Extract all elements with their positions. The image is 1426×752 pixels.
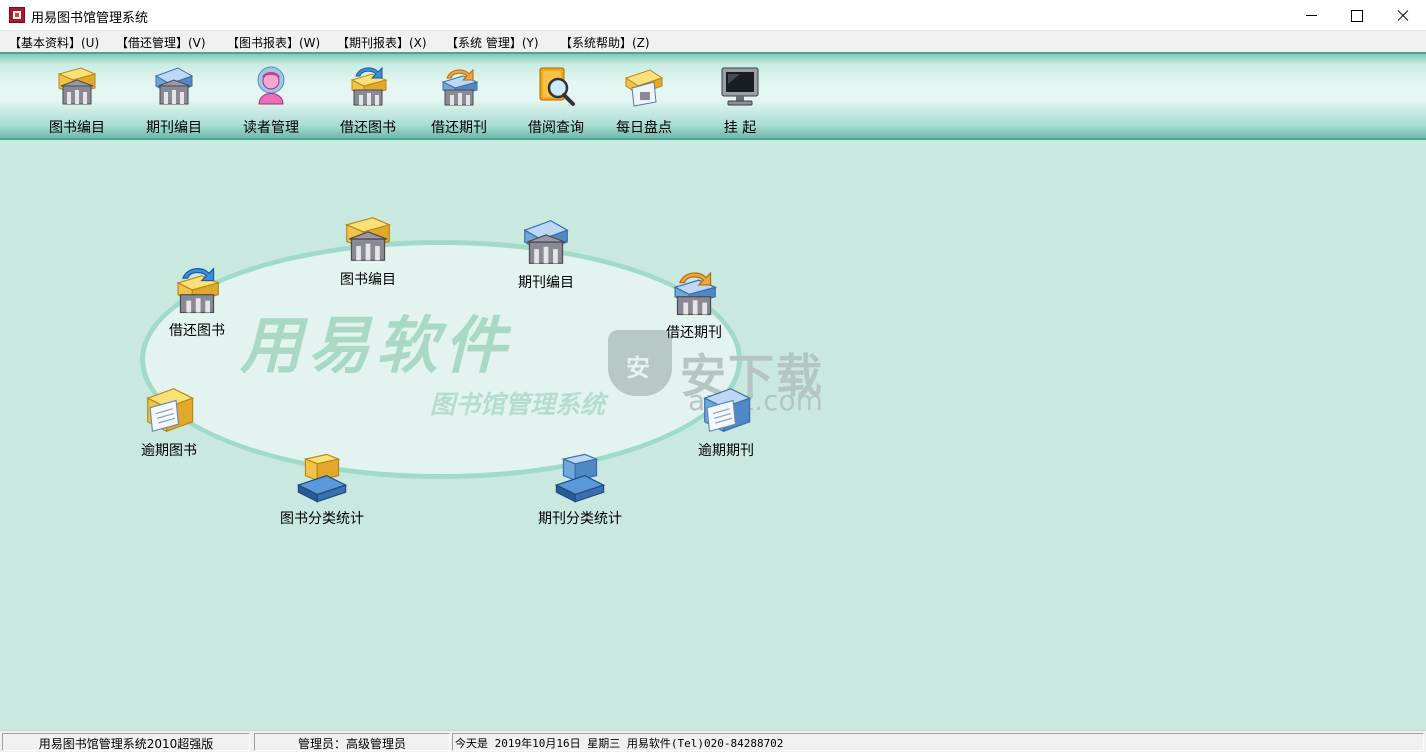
periodical-lend-icon <box>673 271 718 316</box>
menu-help[interactable]: 【系统帮助】(Z) <box>560 34 650 51</box>
desktop-item-label: 借还图书 <box>169 323 225 339</box>
menu-bar: 【基本资料】(U) 【借还管理】(V) 【图书报表】(W) 【期刊报表】(X) … <box>0 31 1426 52</box>
toolbar-label: 图书编目 <box>49 120 105 136</box>
desktop-book-stats[interactable]: 图书分类统计 <box>262 452 382 528</box>
book-catalog-icon <box>344 217 392 261</box>
maximize-button[interactable] <box>1333 0 1379 31</box>
title-bar: 用易图书馆管理系统 <box>0 0 1426 31</box>
status-bar: 用易图书馆管理系统2010超强版 管理员：高级管理员 今天是 2019年10月1… <box>0 730 1426 752</box>
menu-periodical-reports[interactable]: 【期刊报表】(X) <box>337 34 427 51</box>
status-admin: 管理员：高级管理员 <box>254 733 450 751</box>
toolbar-label: 借阅查询 <box>528 120 584 136</box>
toolbar-label: 借还图书 <box>340 120 396 136</box>
toolbar-book-catalog-button[interactable]: 图书编目 <box>32 62 122 136</box>
minimize-button[interactable] <box>1288 0 1334 31</box>
periodical-stats-icon <box>554 453 606 503</box>
desktop-periodical-stats[interactable]: 期刊分类统计 <box>520 452 640 528</box>
book-lend-icon <box>350 66 388 106</box>
overdue-book-icon <box>146 388 195 433</box>
periodical-catalog-icon <box>523 220 569 264</box>
menu-system-admin[interactable]: 【系统 管理】(Y) <box>446 34 539 51</box>
periodical-lend-icon <box>441 68 479 106</box>
toolbar-label: 读者管理 <box>243 120 299 136</box>
menu-basic-data[interactable]: 【基本资料】(U) <box>9 34 99 51</box>
desktop-item-label: 期刊编目 <box>518 275 574 291</box>
brand-subtitle: 图书馆管理系统 <box>430 390 606 419</box>
desktop-book-lend[interactable]: 借还图书 <box>137 264 257 340</box>
query-magnifier-icon <box>539 67 575 106</box>
window-title: 用易图书馆管理系统 <box>31 11 149 26</box>
desktop-periodical-catalog[interactable]: 期刊编目 <box>486 216 606 292</box>
book-lend-icon <box>176 267 221 314</box>
toolbar-label: 借还期刊 <box>431 120 487 136</box>
brand-logo-text: 用易软件 <box>240 309 513 382</box>
desktop-item-label: 借还期刊 <box>666 325 722 341</box>
menu-lending[interactable]: 【借还管理】(V) <box>116 34 206 51</box>
app-icon <box>9 7 25 23</box>
toolbar-label: 每日盘点 <box>616 120 672 136</box>
desktop-overdue-periodical[interactable]: 逾期期刊 <box>666 384 786 460</box>
book-catalog-icon <box>57 67 97 105</box>
toolbar-label: 挂 起 <box>723 120 757 136</box>
desktop-item-label: 期刊分类统计 <box>538 511 622 527</box>
daily-inventory-icon <box>624 69 664 107</box>
toolbar-periodical-lend-button[interactable]: 借还期刊 <box>414 62 504 136</box>
desktop-item-label: 图书分类统计 <box>280 511 364 527</box>
reader-icon <box>257 66 285 105</box>
menu-book-reports[interactable]: 【图书报表】(W) <box>227 34 320 51</box>
desktop-item-label: 逾期图书 <box>141 443 197 459</box>
toolbar-suspend-button[interactable]: 挂 起 <box>695 62 785 136</box>
main-desktop: 用易软件 图书馆管理系统 安下载 anxz.com 图书编目 期刊 <box>0 140 1426 730</box>
desktop-item-label: 图书编目 <box>340 272 396 288</box>
desktop-book-catalog[interactable]: 图书编目 <box>308 213 428 289</box>
close-button[interactable] <box>1379 0 1425 31</box>
periodical-catalog-icon <box>154 67 194 105</box>
toolbar-reader-button[interactable]: 读者管理 <box>226 62 316 136</box>
overdue-periodical-icon <box>703 388 752 433</box>
toolbar-periodical-catalog-button[interactable]: 期刊编目 <box>129 62 219 136</box>
toolbar-label: 期刊编目 <box>146 120 202 136</box>
status-app-version: 用易图书馆管理系统2010超强版 <box>2 733 250 751</box>
toolbar-inventory-button[interactable]: 每日盘点 <box>599 62 689 136</box>
desktop-periodical-lend[interactable]: 借还期刊 <box>634 266 754 342</box>
book-stats-icon <box>296 453 348 503</box>
status-date: 今天是 2019年10月16日 星期三 用易软件(Tel)020-8428870… <box>452 733 1424 751</box>
toolbar-query-button[interactable]: 借阅查询 <box>511 62 601 136</box>
toolbar-book-lend-button[interactable]: 借还图书 <box>323 62 413 136</box>
toolbar: 图书编目 期刊编目 读者管理 借还图书 借还期刊 借阅查询 每日盘点 挂 起 <box>0 52 1426 140</box>
desktop-overdue-book[interactable]: 逾期图书 <box>109 384 229 460</box>
desktop-item-label: 逾期期刊 <box>698 443 754 459</box>
monitor-icon <box>721 67 759 106</box>
